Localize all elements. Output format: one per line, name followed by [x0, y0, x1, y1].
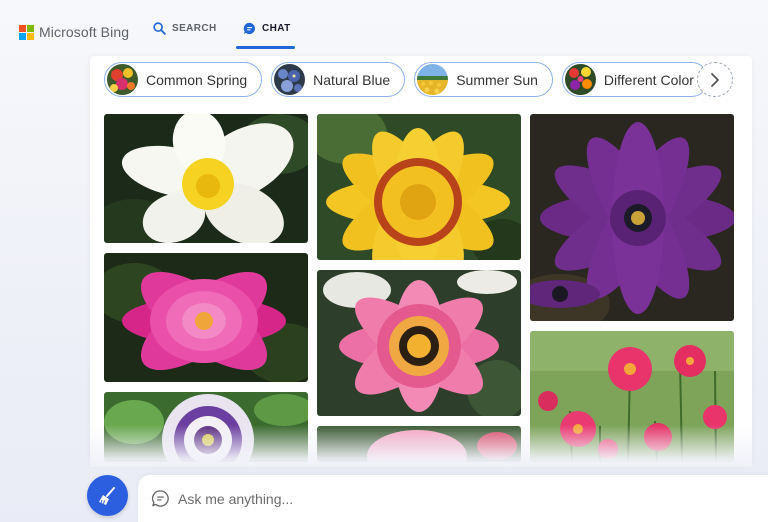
tab-search[interactable]: SEARCH — [153, 22, 217, 35]
chip-different-color[interactable]: Different Color — [561, 62, 709, 97]
yellow-gazania-image[interactable] — [317, 114, 521, 260]
colorful-flowers-thumb — [564, 64, 596, 95]
header: Microsoft Bing SEARCH CHAT — [0, 0, 768, 56]
purple-osteospermum-image[interactable] — [530, 114, 734, 321]
blue-flowers-thumb — [274, 64, 306, 95]
spring-flowers-thumb — [107, 64, 138, 95]
chevron-right-icon — [711, 72, 719, 87]
chip-common-spring[interactable]: Common Spring — [104, 62, 263, 97]
ask-input[interactable] — [178, 490, 698, 507]
chip-label: Different Color — [603, 71, 694, 88]
pink-dahlia-image[interactable] — [104, 253, 308, 382]
bing-logo[interactable]: Microsoft Bing — [19, 24, 129, 40]
tab-search-label: SEARCH — [172, 23, 217, 34]
chip-summer-sun[interactable]: Summer Sun — [414, 62, 553, 97]
active-tab-indicator — [236, 46, 295, 49]
broom-icon — [98, 486, 115, 505]
chips-next-button[interactable] — [697, 62, 733, 97]
logo-text: Microsoft Bing — [39, 24, 130, 40]
white-plumeria-image[interactable] — [104, 114, 308, 243]
chip-label: Summer Sun — [456, 71, 538, 88]
chat-composer — [138, 475, 768, 522]
tab-chat-label: CHAT — [262, 23, 291, 34]
chip-label: Common Spring — [146, 71, 248, 88]
tab-chat[interactable]: CHAT — [243, 22, 291, 35]
chip-label: Natural Blue — [313, 71, 391, 88]
microsoft-logo-icon — [19, 24, 34, 40]
chat-bubble-icon — [151, 490, 169, 507]
sunflower-field-thumb — [417, 64, 449, 95]
passion-flower-image[interactable] — [104, 392, 308, 462]
pink-dahlia-garden-image[interactable] — [530, 331, 734, 462]
chip-natural-blue[interactable]: Natural Blue — [271, 62, 406, 97]
pink-rose-image[interactable] — [317, 426, 521, 462]
search-icon — [153, 22, 166, 35]
new-topic-button[interactable] — [87, 475, 128, 516]
pink-gazania-image[interactable] — [317, 270, 521, 416]
chat-tab-icon — [243, 22, 256, 35]
suggestion-chips: Common Spring Natural Blue Summer Sun Di… — [104, 62, 709, 97]
